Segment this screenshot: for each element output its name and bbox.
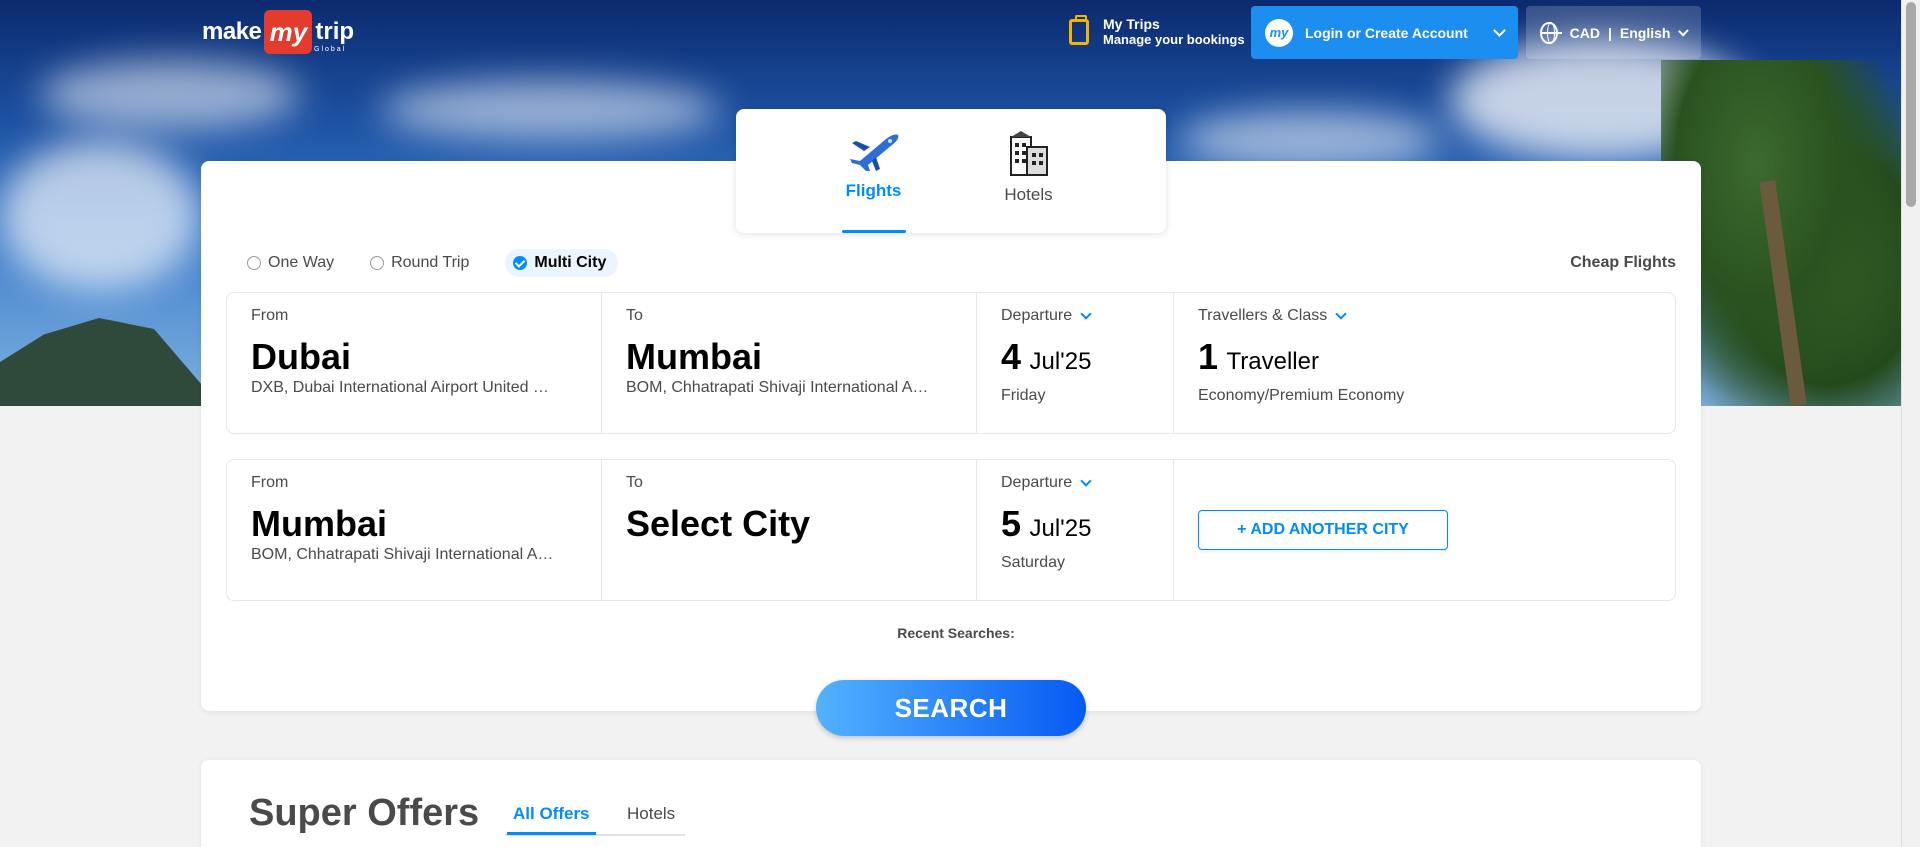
departure-month-year: Jul'25 xyxy=(1029,515,1092,542)
to-city-placeholder: Select City xyxy=(626,503,811,544)
departure-day: 4 xyxy=(1001,336,1022,377)
field-label: To xyxy=(626,474,643,491)
travellers-class-field[interactable]: Travellers & Class 1 Traveller Economy/P… xyxy=(1174,293,1675,433)
tab-flights-label: Flights xyxy=(845,181,902,200)
chevron-down-icon xyxy=(1080,475,1092,487)
departure-date-field[interactable]: Departure 4 Jul'25 Friday xyxy=(977,293,1174,433)
trip-type-round-trip[interactable]: Round Trip xyxy=(370,249,479,277)
to-city-field[interactable]: To Select City xyxy=(602,460,977,600)
departure-label: Departure xyxy=(1001,474,1073,491)
from-city-name: Dubai xyxy=(251,336,352,377)
field-label: Travellers & Class xyxy=(1198,307,1651,325)
traveller-count: 1 Traveller xyxy=(1198,337,1651,385)
offers-title: Super Offers xyxy=(249,792,480,834)
field-label: To xyxy=(626,307,643,324)
recent-searches-label: Recent Searches: xyxy=(897,625,1015,641)
trip-type-multi-city[interactable]: Multi City xyxy=(505,249,619,277)
search-button[interactable]: SEARCH xyxy=(816,680,1086,736)
hotel-building-icon xyxy=(1009,131,1048,176)
departure-month-year: Jul'25 xyxy=(1029,348,1092,375)
chevron-down-icon xyxy=(1335,308,1347,320)
tab-hotels-offers[interactable]: Hotels xyxy=(627,804,675,832)
trip-type-one-way[interactable]: One Way xyxy=(247,249,344,277)
departure-date: 5 Jul'25 xyxy=(1001,504,1149,552)
tab-flights[interactable]: Flights xyxy=(824,109,924,233)
to-city-name: Mumbai xyxy=(626,336,763,377)
add-city-cell: + ADD ANOTHER CITY xyxy=(1174,460,1675,600)
field-label: From xyxy=(251,307,289,324)
page-scrollbar[interactable] xyxy=(1901,0,1920,847)
trip-type-label: Round Trip xyxy=(391,254,470,271)
tab-hotels[interactable]: Hotels xyxy=(979,109,1079,233)
airplane-icon xyxy=(849,134,898,171)
traveller-unit: Traveller xyxy=(1226,348,1319,375)
flight-leg-1: From Dubai DXB, Dubai International Airp… xyxy=(226,292,1676,434)
chevron-down-icon xyxy=(1080,308,1092,320)
radio-icon xyxy=(247,256,261,270)
field-label: Departure xyxy=(1001,474,1149,492)
my-trips-subtitle: Manage your bookings xyxy=(1103,32,1245,47)
radio-checked-icon xyxy=(513,256,528,270)
logo-word-trip: trip xyxy=(315,18,355,45)
from-city-field[interactable]: From Dubai DXB, Dubai International Airp… xyxy=(227,293,602,433)
locale-separator: | xyxy=(1607,24,1612,41)
logo-tagline: Global xyxy=(314,46,347,53)
traveller-number: 1 xyxy=(1198,336,1219,377)
from-city-field[interactable]: From Mumbai BOM, Chhatrapati Shivaji Int… xyxy=(227,460,602,600)
mountain-decoration xyxy=(0,318,220,406)
product-tabs: Flights Hotels xyxy=(736,109,1166,233)
field-label: Departure xyxy=(1001,307,1149,325)
trip-type-label: One Way xyxy=(268,254,335,271)
from-airport-name: BOM, Chhatrapati Shivaji International A… xyxy=(251,546,554,563)
login-button[interactable]: my Login or Create Account xyxy=(1251,6,1518,59)
from-city-name: Mumbai xyxy=(251,503,388,544)
to-city-field[interactable]: To Mumbai BOM, Chhatrapati Shivaji Inter… xyxy=(602,293,977,433)
departure-day: 5 xyxy=(1001,503,1022,544)
departure-label: Departure xyxy=(1001,307,1073,324)
to-airport-name: BOM, Chhatrapati Shivaji International A… xyxy=(626,379,929,396)
flight-leg-2: From Mumbai BOM, Chhatrapati Shivaji Int… xyxy=(226,459,1676,601)
tab-hotels-label: Hotels xyxy=(1004,185,1053,204)
chevron-down-icon xyxy=(1678,25,1689,36)
super-offers-section: Super Offers All Offers Hotels xyxy=(201,760,1701,847)
scrollbar-thumb[interactable] xyxy=(1906,2,1916,207)
currency-language-selector[interactable]: CAD | English xyxy=(1526,6,1701,59)
tab-all-offers[interactable]: All Offers xyxy=(507,804,596,835)
from-airport-name: DXB, Dubai International Airport United … xyxy=(251,379,549,396)
my-trips-title: My Trips xyxy=(1103,16,1160,32)
field-label: From xyxy=(251,474,289,491)
departure-weekday: Friday xyxy=(1001,387,1046,404)
cloud-decoration xyxy=(380,80,720,140)
departure-weekday: Saturday xyxy=(1001,554,1066,571)
departure-date: 4 Jul'25 xyxy=(1001,337,1149,385)
trip-type-label: Multi City xyxy=(534,254,607,271)
globe-icon xyxy=(1540,21,1562,44)
chevron-down-icon xyxy=(1493,24,1506,37)
cheap-flights-link[interactable]: Cheap Flights xyxy=(1570,254,1676,272)
add-another-city-button[interactable]: + ADD ANOTHER CITY xyxy=(1198,510,1448,550)
my-trips-link[interactable]: My Trips Manage your bookings xyxy=(1069,14,1245,47)
login-label: Login or Create Account xyxy=(1305,24,1468,41)
departure-date-field[interactable]: Departure 5 Jul'25 Saturday xyxy=(977,460,1174,600)
logo-mark: my xyxy=(264,10,313,54)
language-label: English xyxy=(1619,24,1671,41)
cloud-decoration xyxy=(0,140,200,290)
mmt-avatar-icon: my xyxy=(1265,18,1293,47)
travel-class: Economy/Premium Economy xyxy=(1198,387,1405,404)
cloud-decoration xyxy=(40,60,300,130)
currency-label: CAD xyxy=(1569,24,1600,41)
makemytrip-logo[interactable]: make my trip Global xyxy=(202,10,354,54)
radio-icon xyxy=(370,256,385,270)
suitcase-icon xyxy=(1069,14,1089,45)
trip-type-selector: One Way Round Trip Multi City xyxy=(247,249,644,277)
logo-word-make: make xyxy=(202,18,262,45)
travellers-label: Travellers & Class xyxy=(1198,307,1328,324)
